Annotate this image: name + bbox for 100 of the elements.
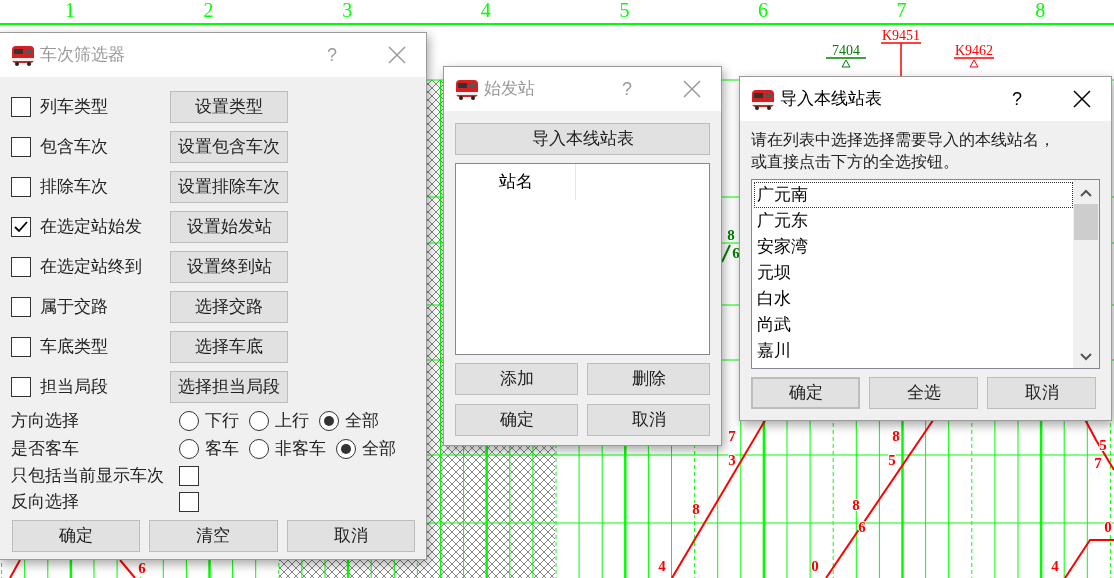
scroll-up-icon[interactable] [1079, 188, 1093, 198]
checkbox-label: 反向选择 [11, 491, 80, 514]
train-number: 7404 [832, 43, 860, 58]
scrollbar[interactable] [1073, 180, 1099, 368]
radio-label: 客车 [205, 438, 239, 461]
dialog-button[interactable]: 确定 [12, 520, 141, 552]
radio-label: 全部 [345, 410, 379, 433]
close-icon [388, 46, 406, 64]
minute-mark: 0 [1104, 519, 1112, 536]
minute-mark: 7 [1094, 455, 1102, 472]
radio-label: 非客车 [275, 438, 326, 461]
hour-label: 5 [619, 0, 630, 21]
station-item[interactable]: 广元东 [754, 208, 1073, 234]
minute-mark: 8 [692, 501, 700, 518]
hour-label: 3 [342, 0, 353, 21]
checkbox-label: 属于交路 [40, 296, 109, 319]
help-button[interactable]: ? [997, 85, 1037, 113]
instruction-text: 或直接点击下方的全选按钮。 [751, 152, 960, 172]
locomotive-icon [454, 77, 480, 101]
dialog-button[interactable]: 设置排除车次 [170, 171, 288, 203]
checkbox[interactable] [11, 337, 31, 357]
dialog-button[interactable]: 选择担当局段 [170, 371, 288, 403]
close-icon [1073, 90, 1091, 108]
checkbox[interactable] [179, 466, 199, 486]
minute-mark: 6 [732, 245, 740, 262]
minute-mark: 8 [727, 227, 735, 244]
hour-label: 4 [480, 0, 491, 21]
minute-mark: 7 [728, 428, 736, 445]
station-item[interactable]: 广元南 [754, 182, 1073, 208]
dialog-button[interactable]: 清空 [149, 520, 278, 552]
minute-mark: 8 [892, 428, 900, 445]
radio-button[interactable] [319, 411, 339, 431]
instruction-text: 请在列表中选择选择需要导入的本线站名， [751, 130, 1056, 150]
station-item[interactable]: 元坝 [754, 260, 1073, 286]
radio-label: 下行 [205, 410, 239, 433]
window-title: 导入本线站表 [780, 88, 883, 111]
locomotive-icon [10, 43, 36, 67]
checkbox[interactable] [179, 492, 199, 512]
station-list[interactable]: 站名 [455, 163, 710, 355]
dialog-button[interactable]: 确定 [455, 404, 578, 436]
radio-button[interactable] [249, 439, 269, 459]
station-item[interactable]: 安家湾 [754, 234, 1073, 260]
locomotive-icon [750, 87, 776, 111]
checkbox[interactable] [11, 257, 31, 277]
checkbox[interactable] [11, 297, 31, 317]
station-item[interactable]: 尚武 [754, 312, 1073, 338]
checkmark-icon [13, 219, 29, 235]
checkbox-label: 列车类型 [40, 96, 109, 119]
dialog-button[interactable]: 取消 [286, 520, 415, 552]
dialog-button[interactable]: 选择车底 [170, 331, 288, 363]
scroll-thumb[interactable] [1074, 204, 1098, 240]
dialog-button[interactable]: 添加 [455, 363, 578, 395]
radio-label: 全部 [362, 438, 396, 461]
hour-label: 6 [758, 0, 768, 21]
dialog-button[interactable]: 导入本线站表 [455, 123, 710, 155]
checkbox[interactable] [11, 377, 31, 397]
minute-mark: 5 [888, 452, 896, 469]
checkbox-label: 排除车次 [40, 176, 109, 199]
close-icon [683, 80, 701, 98]
radio-button[interactable] [249, 411, 269, 431]
radio-button[interactable] [179, 439, 199, 459]
radio-button[interactable] [336, 439, 356, 459]
train-marker-icon [825, 57, 867, 68]
dialog-button[interactable]: 确定 [751, 377, 860, 409]
dialog-button[interactable]: 设置始发站 [170, 211, 288, 243]
dialog-button[interactable]: 设置类型 [170, 91, 288, 123]
dialog-button[interactable]: 设置终到站 [170, 251, 288, 283]
checkbox-label: 在选定站始发 [40, 216, 143, 239]
hour-label: 2 [203, 0, 214, 21]
radio-label: 上行 [275, 410, 309, 433]
minute-mark: 6 [138, 560, 146, 577]
train-number: K9451 [881, 28, 921, 43]
dialog-button[interactable]: 全选 [869, 377, 978, 409]
window-title: 车次筛选器 [40, 44, 126, 67]
hour-label: 1 [65, 0, 75, 21]
checkbox[interactable] [11, 217, 31, 237]
checkbox[interactable] [11, 177, 31, 197]
group-label: 是否客车 [11, 438, 80, 461]
checkbox-label: 车底类型 [40, 336, 109, 359]
dialog-button[interactable]: 删除 [587, 363, 710, 395]
hour-label: 7 [896, 0, 907, 21]
checkbox[interactable] [11, 137, 31, 157]
dialog-button[interactable]: 设置包含车次 [170, 131, 288, 163]
station-item[interactable]: 嘉川 [754, 338, 1073, 364]
dialog-button[interactable]: 选择交路 [170, 291, 288, 323]
checkbox-label: 包含车次 [40, 136, 109, 159]
checkbox-label: 担当局段 [40, 376, 109, 399]
checkbox[interactable] [11, 97, 31, 117]
dialog-button[interactable]: 取消 [587, 404, 710, 436]
window-title: 始发站 [484, 78, 536, 101]
close-button[interactable] [1071, 88, 1093, 110]
dialog-button[interactable]: 取消 [987, 377, 1096, 409]
radio-button[interactable] [179, 411, 199, 431]
column-header[interactable]: 站名 [456, 164, 576, 200]
scroll-down-icon[interactable] [1079, 352, 1093, 362]
minute-mark: 4 [1051, 558, 1059, 575]
group-label: 方向选择 [11, 410, 80, 433]
hour-label: 8 [1035, 0, 1046, 21]
minute-mark: 0 [811, 558, 819, 575]
station-item[interactable]: 白水 [754, 286, 1073, 312]
